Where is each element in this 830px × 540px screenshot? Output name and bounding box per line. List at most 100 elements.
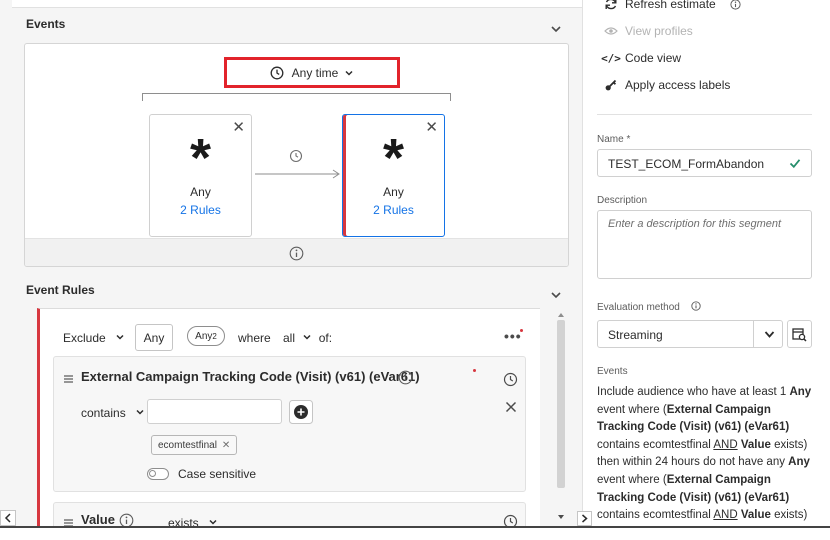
value-tag-label: ecomtestfinal <box>158 439 217 451</box>
evaluation-method-value: Streaming <box>608 328 663 342</box>
name-value: TEST_ECOM_FormAbandon <box>608 157 765 171</box>
key-icon <box>603 78 619 92</box>
apply-access-labels-label: Apply access labels <box>625 78 731 92</box>
summary-part: AND <box>713 509 738 522</box>
view-profiles-button[interactable]: View profiles <box>603 24 693 38</box>
summary-part: exists) <box>770 509 808 522</box>
add-value-button[interactable] <box>289 400 313 424</box>
summary-part: contains ecomtestfinal <box>597 438 714 451</box>
select-divider <box>753 321 754 347</box>
code-view-button[interactable]: </> Code view <box>601 51 682 65</box>
chevron-down-icon <box>303 334 311 340</box>
any2-count: 2 <box>212 331 217 341</box>
info-icon[interactable] <box>730 0 741 10</box>
expand-panel-button[interactable] <box>577 511 592 526</box>
all-dropdown[interactable]: all of: <box>283 331 332 345</box>
apply-access-labels-button[interactable]: Apply access labels <box>603 78 730 92</box>
rule2-title: Value <box>81 512 115 527</box>
sequence-arrow <box>255 149 340 179</box>
scrollbar-thumb[interactable] <box>557 320 565 488</box>
evaluation-help-button[interactable] <box>787 320 812 348</box>
any-selector-button[interactable]: Any <box>135 324 173 351</box>
sequence-bracket <box>142 93 451 101</box>
event-card-label: Any <box>190 185 211 199</box>
time-filter-label: Any time <box>291 65 339 80</box>
any2-badge[interactable]: Any 2 <box>187 326 225 346</box>
summary-part: Any <box>788 456 810 469</box>
rule1-title: External Campaign Tracking Code (Visit) … <box>81 369 420 384</box>
chevron-left-icon <box>4 513 11 523</box>
clock-icon[interactable] <box>503 372 518 387</box>
refresh-estimate-label: Refresh estimate <box>625 0 716 11</box>
segment-canvas: Events Any time ✕ * Any 2 Rules ✕ * Any … <box>0 0 582 528</box>
chevron-down-icon <box>116 334 124 340</box>
summary-part: Value <box>740 509 771 522</box>
chevron-down-icon[interactable] <box>549 288 563 302</box>
code-icon: </> <box>601 51 621 65</box>
info-icon[interactable] <box>690 301 701 311</box>
close-icon[interactable] <box>505 401 517 413</box>
summary-part: event where ( <box>597 473 667 486</box>
time-filter-button[interactable]: Any time <box>224 57 400 88</box>
close-icon[interactable]: ✕ <box>222 440 230 451</box>
rule1-value-input[interactable] <box>147 399 282 424</box>
info-icon[interactable] <box>289 246 304 261</box>
evaluation-method-select[interactable]: Streaming <box>597 320 783 348</box>
close-icon[interactable]: ✕ <box>232 120 245 135</box>
events-footer <box>25 238 568 266</box>
chevron-down-icon <box>764 331 775 338</box>
events-sequence-panel: Any time ✕ * Any 2 Rules ✕ * Any 2 Rules <box>24 43 569 267</box>
case-sensitive-toggle[interactable] <box>147 468 169 480</box>
case-sensitive-label: Case sensitive <box>178 467 257 481</box>
refresh-estimate-button[interactable]: Refresh estimate <box>603 0 741 11</box>
description-field-label: Description <box>597 195 648 206</box>
event-card-rules-link[interactable]: 2 Rules <box>343 203 444 217</box>
view-profiles-label: View profiles <box>625 24 693 38</box>
divider <box>597 114 812 115</box>
code-view-label: Code view <box>625 51 682 65</box>
rule1-operator-dropdown[interactable]: contains <box>81 406 145 420</box>
info-icon[interactable] <box>398 370 413 385</box>
chevron-down-icon <box>345 70 353 76</box>
event-card-1[interactable]: ✕ * Any 2 Rules <box>149 114 252 237</box>
required-dot <box>520 329 523 332</box>
value-tag[interactable]: ecomtestfinal ✕ <box>151 435 238 455</box>
events-summary-text: Include audience who have at least 1 Any… <box>597 384 817 525</box>
chevron-right-icon <box>582 514 588 523</box>
scroll-down-icon[interactable] <box>557 514 565 520</box>
rule1-operator-label: contains <box>81 406 126 420</box>
summary-part: contains ecomtestfinal <box>597 509 714 522</box>
summary-part: Any <box>789 386 812 398</box>
chevron-down-icon <box>136 409 144 415</box>
description-placeholder: Enter a description for this segment <box>608 218 782 230</box>
exclude-dropdown[interactable]: Exclude <box>63 331 125 345</box>
description-textarea[interactable]: Enter a description for this segment <box>597 210 812 279</box>
window-bottom-strip <box>0 528 830 540</box>
asterisk-icon: * <box>189 128 211 188</box>
top-panel-edge <box>12 0 582 8</box>
where-label: where <box>238 331 271 345</box>
close-icon[interactable]: ✕ <box>425 120 438 135</box>
refresh-icon <box>603 0 619 11</box>
toggle-knob <box>149 470 156 477</box>
drag-handle-icon[interactable] <box>63 374 74 384</box>
name-input[interactable]: TEST_ECOM_FormAbandon <box>597 149 812 177</box>
event-card-2[interactable]: ✕ * Any 2 Rules <box>342 114 445 237</box>
any2-label: Any <box>195 330 213 342</box>
event-card-rules-link[interactable]: 2 Rules <box>150 203 251 217</box>
all-label: all <box>283 331 296 345</box>
rules-scrollbar[interactable] <box>555 312 567 526</box>
exclude-label: Exclude <box>63 331 106 345</box>
event-rules-section-title: Event Rules <box>26 283 95 297</box>
summary-part: Value <box>740 438 771 451</box>
scroll-left-button[interactable] <box>0 510 16 526</box>
calendar-search-icon <box>792 327 807 342</box>
checkmark-icon <box>789 159 801 169</box>
chevron-down-icon[interactable] <box>549 22 563 36</box>
name-field-label: Name * <box>597 134 631 145</box>
any-label: Any <box>143 330 165 345</box>
summary-part: Include audience who have at least 1 <box>597 386 790 398</box>
clock-icon <box>270 66 284 79</box>
events-summary-label: Events <box>597 366 628 377</box>
scroll-up-icon[interactable] <box>557 312 565 318</box>
